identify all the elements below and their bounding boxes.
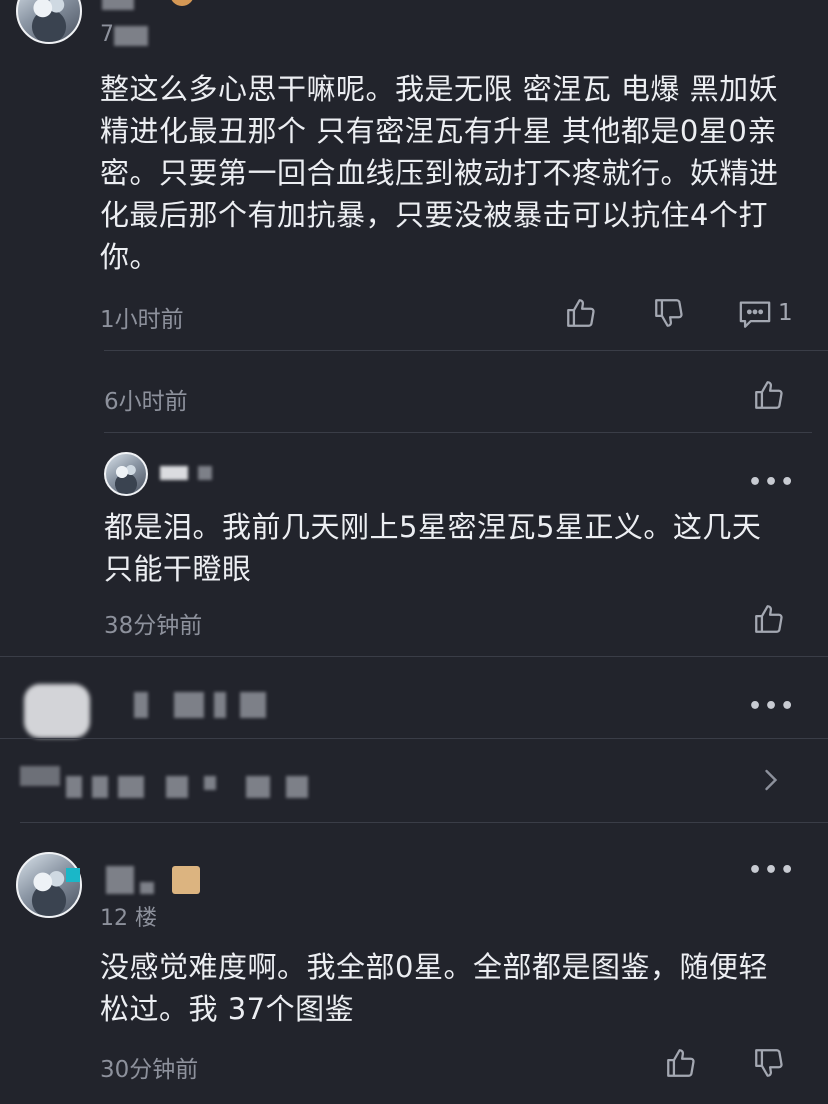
reply-text: 都是泪。我前几天刚上5星密涅瓦5星正义。这几天只能干瞪眼 <box>104 510 762 586</box>
username-redacted <box>140 882 154 894</box>
avatar[interactable] <box>16 0 82 44</box>
thumbs-up-icon[interactable] <box>564 296 598 330</box>
floor-number: 12 楼 <box>100 906 157 931</box>
avatar[interactable] <box>16 852 82 918</box>
avatar-redacted[interactable] <box>24 684 90 738</box>
more-button[interactable]: ••• <box>748 470 796 495</box>
more-button[interactable]: ••• <box>748 858 796 883</box>
level-badge-icon <box>172 866 200 894</box>
chevron-right-icon[interactable] <box>762 768 780 792</box>
expand-text-redacted <box>204 776 216 790</box>
reply-count: 1 <box>778 300 793 326</box>
floor-number: 7 <box>100 22 114 47</box>
divider <box>104 350 828 351</box>
expand-text-redacted <box>20 766 60 786</box>
timestamp: 1小时前 <box>100 307 184 333</box>
thumbs-up-icon[interactable] <box>752 602 786 636</box>
username-redacted <box>214 692 226 718</box>
username-redacted <box>174 692 204 718</box>
username-redacted <box>102 0 134 10</box>
more-button[interactable]: ••• <box>748 0 796 9</box>
avatar[interactable] <box>104 452 148 496</box>
divider <box>104 432 812 433</box>
username-redacted <box>106 866 134 894</box>
badge-icon <box>170 0 194 6</box>
divider <box>0 738 828 739</box>
divider <box>0 656 828 657</box>
comment-text: 整这么多心思干嘛呢。我是无限 密涅瓦 电爆 黑加妖精进化最丑那个 只有密涅瓦有升… <box>100 72 779 274</box>
divider <box>20 822 828 823</box>
thumbs-down-icon[interactable] <box>652 296 686 330</box>
floor-redacted <box>114 26 148 46</box>
expand-text-redacted <box>92 776 108 798</box>
username-redacted <box>134 692 148 718</box>
username-redacted <box>198 466 212 480</box>
expand-text-redacted <box>246 776 270 798</box>
comment-icon[interactable] <box>738 298 772 330</box>
timestamp: 30分钟前 <box>100 1057 199 1083</box>
thumbs-up-icon[interactable] <box>752 378 786 412</box>
expand-text-redacted <box>166 776 188 798</box>
expand-text-redacted <box>66 776 82 798</box>
expand-text-redacted <box>118 776 144 798</box>
thumbs-down-icon[interactable] <box>752 1046 786 1080</box>
thumbs-up-icon[interactable] <box>664 1046 698 1080</box>
badge-icon <box>66 868 80 882</box>
expand-text-redacted <box>286 776 308 798</box>
comment-text: 没感觉难度啊。我全部0星。全部都是图鉴，随便轻松过。我 37个图鉴 <box>100 950 768 1026</box>
more-button[interactable]: ••• <box>748 694 796 719</box>
timestamp: 38分钟前 <box>104 613 203 639</box>
reply-section-time: 6小时前 <box>104 389 188 415</box>
username-redacted <box>240 692 266 718</box>
username-redacted <box>160 466 188 480</box>
